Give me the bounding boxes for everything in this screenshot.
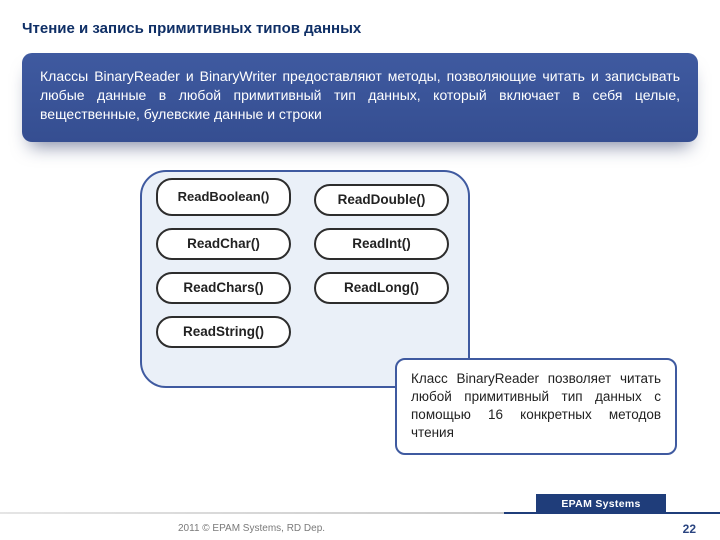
footer-brand: EPAM Systems: [536, 494, 666, 514]
slide-title: Чтение и запись примитивных типов данных: [0, 0, 720, 53]
intro-panel: Классы BinaryReader и BinaryWriter предо…: [22, 53, 698, 142]
method-pill: ReadChars(): [156, 272, 291, 304]
method-pill: ReadInt(): [314, 228, 449, 260]
note-box: Класс BinaryReader позволяет читать любо…: [395, 358, 677, 455]
method-pill: ReadBoolean(): [156, 178, 291, 216]
method-pill: ReadString(): [156, 316, 291, 348]
method-pill: ReadChar(): [156, 228, 291, 260]
footer: EPAM Systems 2011 © EPAM Systems, RD Dep…: [0, 496, 720, 540]
method-pill: ReadDouble(): [314, 184, 449, 216]
page-number: 22: [683, 522, 696, 536]
method-pill: ReadLong(): [314, 272, 449, 304]
methods-area: ReadBoolean() ReadChar() ReadChars() Rea…: [0, 170, 720, 450]
footer-copyright: 2011 © EPAM Systems, RD Dep.: [178, 523, 325, 534]
